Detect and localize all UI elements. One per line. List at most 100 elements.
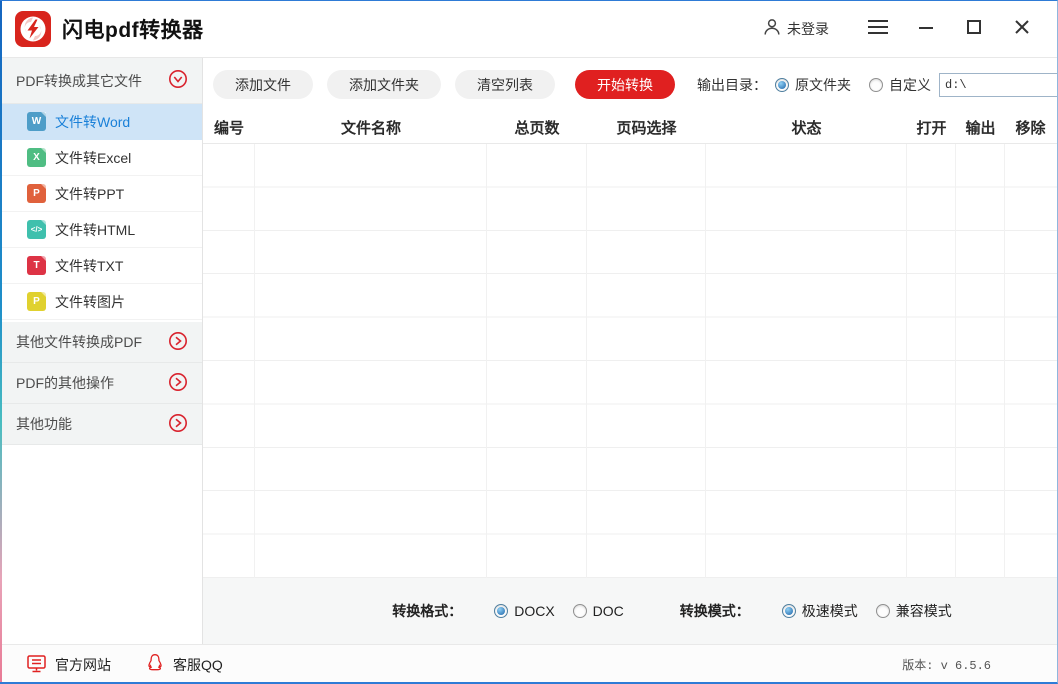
radio-original-folder-label[interactable]: 原文件夹 xyxy=(795,75,851,95)
mode-label: 转换模式： xyxy=(680,601,750,621)
mode-option-compatible[interactable]: 兼容模式 xyxy=(876,601,952,621)
toolbar: 添加文件 添加文件夹 清空列表 开始转换 输出目录： 原文件夹 自定义 xyxy=(203,58,1058,111)
menu-button[interactable] xyxy=(861,14,895,44)
section-label: 其他文件转换成PDF xyxy=(16,332,142,352)
close-icon xyxy=(1014,19,1030,40)
sidebar-item-word[interactable]: W 文件转Word xyxy=(0,104,202,140)
sidebar-item-label: 文件转Excel xyxy=(55,148,131,168)
table-column xyxy=(956,144,1005,578)
sidebar-item-label: 文件转PPT xyxy=(55,184,124,204)
content-area: PDF转换成其它文件 W 文件转Word X 文件转Excel P 文件转PPT xyxy=(0,58,1057,644)
table-column xyxy=(706,144,907,578)
format-option-doc[interactable]: DOC xyxy=(573,603,624,619)
radio-docx[interactable] xyxy=(494,604,508,618)
monitor-icon xyxy=(26,653,47,677)
sidebar-section-pdf-to-other[interactable]: PDF转换成其它文件 xyxy=(0,58,202,104)
login-button[interactable]: 未登录 xyxy=(762,17,829,42)
sidebar-item-image[interactable]: P 文件转图片 xyxy=(0,284,202,320)
maximize-icon xyxy=(966,19,982,40)
table-column-grid xyxy=(203,144,1058,578)
word-file-icon: W xyxy=(27,112,46,131)
col-total-pages: 总页数 xyxy=(487,117,587,138)
chevron-right-circle-icon xyxy=(168,372,188,395)
minimize-icon xyxy=(918,19,934,40)
qq-icon xyxy=(145,653,165,677)
sidebar: PDF转换成其它文件 W 文件转Word X 文件转Excel P 文件转PPT xyxy=(0,58,203,644)
col-page-select: 页码选择 xyxy=(587,117,706,138)
user-icon xyxy=(762,17,782,42)
section-label: PDF转换成其它文件 xyxy=(16,71,142,91)
radio-custom-folder[interactable] xyxy=(869,78,883,92)
output-dir-group: 输出目录： 原文件夹 自定义 xyxy=(697,73,1058,97)
radio-doc[interactable] xyxy=(573,604,587,618)
sidebar-section-other-functions[interactable]: 其他功能 xyxy=(0,404,202,445)
radio-compatible-mode[interactable] xyxy=(876,604,890,618)
table-column xyxy=(907,144,956,578)
sidebar-section-pdf-other-ops[interactable]: PDF的其他操作 xyxy=(0,363,202,404)
section-label: PDF的其他操作 xyxy=(16,373,114,393)
col-output: 输出 xyxy=(956,117,1005,138)
table-column xyxy=(255,144,487,578)
app-title: 闪电pdf转换器 xyxy=(62,14,204,44)
sidebar-item-txt[interactable]: T 文件转TXT xyxy=(0,248,202,284)
col-filename: 文件名称 xyxy=(255,117,487,138)
sidebar-item-excel[interactable]: X 文件转Excel xyxy=(0,140,202,176)
col-remove: 移除 xyxy=(1005,117,1056,138)
txt-file-icon: T xyxy=(27,256,46,275)
col-number: 编号 xyxy=(203,117,255,138)
sidebar-item-label: 文件转Word xyxy=(55,112,130,132)
main-panel: 添加文件 添加文件夹 清空列表 开始转换 输出目录： 原文件夹 自定义 xyxy=(203,58,1058,644)
service-qq-link[interactable]: 客服QQ xyxy=(145,653,223,677)
start-convert-button[interactable]: 开始转换 xyxy=(575,70,675,99)
image-file-icon: P xyxy=(27,292,46,311)
table-column xyxy=(203,144,255,578)
file-list-table xyxy=(203,144,1058,578)
col-status: 状态 xyxy=(706,117,907,138)
version-label: 版本: v 6.5.6 xyxy=(902,656,991,673)
app-logo-icon xyxy=(14,10,52,48)
excel-file-icon: X xyxy=(27,148,46,167)
sidebar-section-other-to-pdf[interactable]: 其他文件转换成PDF xyxy=(0,322,202,363)
chevron-right-circle-icon xyxy=(168,413,188,436)
format-label: 转换格式： xyxy=(392,601,462,621)
service-qq-label: 客服QQ xyxy=(173,655,223,675)
close-button[interactable] xyxy=(1005,14,1039,44)
footer: 官方网站 客服QQ 版本: v 6.5.6 xyxy=(0,644,1057,684)
window-left-border xyxy=(0,1,2,682)
table-column xyxy=(1005,144,1056,578)
official-site-link[interactable]: 官方网站 xyxy=(26,653,111,677)
table-header: 编号 文件名称 总页数 页码选择 状态 打开 输出 移除 xyxy=(203,111,1058,144)
add-folder-button[interactable]: 添加文件夹 xyxy=(327,70,441,99)
output-dir-label: 输出目录： xyxy=(697,75,767,95)
add-file-button[interactable]: 添加文件 xyxy=(213,70,313,99)
clear-list-button[interactable]: 清空列表 xyxy=(455,70,555,99)
hamburger-icon xyxy=(867,18,889,41)
sidebar-item-html[interactable]: </> 文件转HTML xyxy=(0,212,202,248)
format-group: 转换格式： DOCX DOC xyxy=(392,601,624,621)
output-path-input[interactable] xyxy=(939,73,1058,97)
radio-original-folder[interactable] xyxy=(775,78,789,92)
sidebar-item-label: 文件转TXT xyxy=(55,256,123,276)
table-column xyxy=(587,144,706,578)
titlebar: 闪电pdf转换器 未登录 xyxy=(0,1,1057,58)
section-label: 其他功能 xyxy=(16,414,72,434)
radio-fast-mode[interactable] xyxy=(782,604,796,618)
app-window: 闪电pdf转换器 未登录 xyxy=(0,0,1058,684)
radio-custom-folder-label[interactable]: 自定义 xyxy=(889,75,931,95)
ppt-file-icon: P xyxy=(27,184,46,203)
login-label: 未登录 xyxy=(787,19,829,39)
mode-group: 转换模式： 极速模式 兼容模式 xyxy=(680,601,952,621)
html-file-icon: </> xyxy=(27,220,46,239)
titlebar-controls: 未登录 xyxy=(762,14,1039,44)
format-option-docx[interactable]: DOCX xyxy=(494,603,554,619)
sidebar-item-label: 文件转HTML xyxy=(55,220,135,240)
maximize-button[interactable] xyxy=(957,14,991,44)
table-column xyxy=(487,144,587,578)
mode-option-fast[interactable]: 极速模式 xyxy=(782,601,858,621)
minimize-button[interactable] xyxy=(909,14,943,44)
col-open: 打开 xyxy=(907,117,956,138)
sidebar-item-label: 文件转图片 xyxy=(55,292,125,312)
sidebar-item-ppt[interactable]: P 文件转PPT xyxy=(0,176,202,212)
chevron-right-circle-icon xyxy=(168,331,188,354)
chevron-down-circle-icon xyxy=(168,69,188,92)
